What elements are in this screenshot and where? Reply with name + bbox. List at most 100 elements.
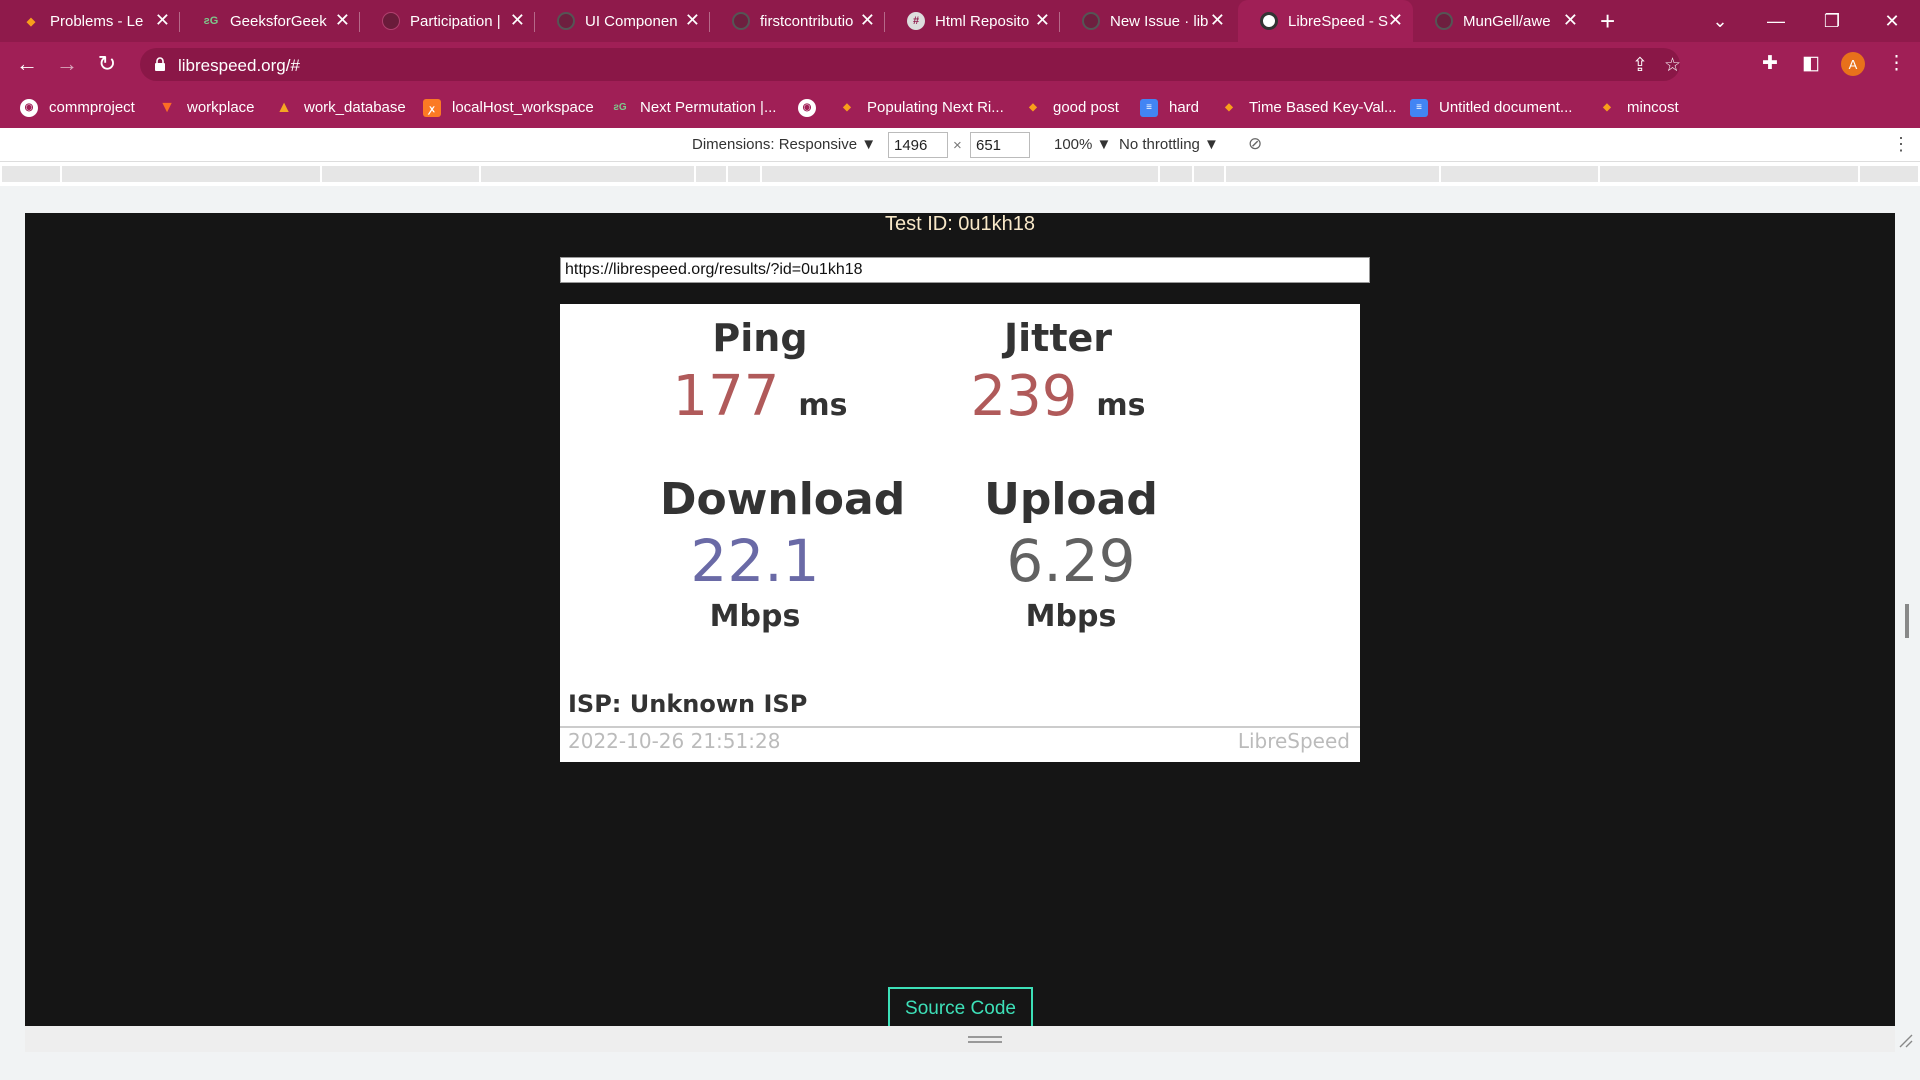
close-tab-icon[interactable]: ✕ (335, 11, 350, 29)
tab-title: Problems - Le (50, 12, 144, 30)
media-query-segment[interactable] (1600, 166, 1858, 182)
tab-strip: ◆ Problems - Le ✕ ƨG GeeksforGeek ✕ Part… (0, 0, 1920, 42)
rotate-icon[interactable]: ⊘ (1248, 134, 1262, 154)
bookmark-commproject[interactable]: ◉ commproject (20, 87, 135, 128)
side-panel-icon[interactable]: ◧ (1802, 53, 1820, 75)
back-icon[interactable]: ← (13, 52, 41, 76)
media-query-segment[interactable] (322, 166, 479, 182)
media-query-segment[interactable] (1226, 166, 1439, 182)
close-window-button[interactable]: ✕ (1864, 0, 1920, 42)
github-icon (732, 12, 750, 30)
ping-label: Ping (712, 316, 808, 360)
close-tab-icon[interactable]: ✕ (685, 11, 700, 29)
share-icon[interactable]: ⇪ (1632, 54, 1648, 77)
globe-icon: ◉ (798, 98, 816, 117)
bookmark-localhost-workspace[interactable]: ꭗ localHost_workspace (423, 87, 594, 128)
tab-search-button[interactable]: ⌄ (1692, 0, 1748, 42)
side-resize-grip-icon[interactable] (1905, 604, 1909, 638)
docs-icon: ≡ (1410, 98, 1428, 117)
bookmark-star-icon[interactable]: ☆ (1664, 54, 1681, 77)
brand-label: LibreSpeed (1237, 729, 1350, 753)
media-query-segment[interactable] (62, 166, 320, 182)
bookmark-time-based-key-value[interactable]: ◆ Time Based Key-Val... (1220, 87, 1396, 128)
tab-mungell[interactable]: MunGell/awe ✕ (1413, 0, 1588, 42)
new-tab-button[interactable]: + (1600, 8, 1615, 34)
address-url[interactable]: librespeed.org/# (178, 56, 300, 76)
media-query-segment[interactable] (762, 166, 1158, 182)
tab-html-repository[interactable]: # Html Reposito ✕ (885, 0, 1060, 42)
tab-geeksforgeeks[interactable]: ƨG GeeksforGeek ✕ (180, 0, 360, 42)
media-query-bar (0, 162, 1920, 186)
bookmark-work-database[interactable]: ▲ work_database (275, 87, 406, 128)
upload-metric: Upload 6.29 Mbps (976, 474, 1166, 634)
tab-participation[interactable]: Participation | ✕ (360, 0, 535, 42)
tab-firstcontributions[interactable]: firstcontributio ✕ (710, 0, 885, 42)
jitter-value: 239 (970, 364, 1078, 429)
card-divider (560, 726, 1360, 728)
media-query-segment[interactable] (1160, 166, 1192, 182)
profile-avatar[interactable]: A (1841, 52, 1865, 76)
bookmark-populating-next-right[interactable]: ◆ Populating Next Ri... (838, 87, 1004, 128)
resize-grip-icon[interactable] (968, 1036, 1002, 1043)
lock-icon (155, 57, 165, 71)
close-tab-icon[interactable]: ✕ (1035, 11, 1050, 29)
download-label: Download (660, 474, 906, 525)
tab-title: GeeksforGeek (230, 12, 327, 30)
width-input[interactable] (888, 132, 948, 158)
leetcode-icon: ◆ (26, 15, 36, 28)
address-bar[interactable]: librespeed.org/# ⇪ ☆ (140, 48, 1681, 81)
bookmark-workplace[interactable]: ▼ workplace (158, 87, 254, 128)
warning-icon: ▲ (276, 98, 292, 116)
jitter-unit: ms (1096, 388, 1146, 423)
result-url-input[interactable] (560, 257, 1370, 283)
media-query-segment[interactable] (481, 166, 694, 182)
height-input[interactable] (970, 132, 1030, 158)
restore-button[interactable]: ❐ (1804, 0, 1860, 42)
bookmark-next-permutation[interactable]: ƨG Next Permutation |... (611, 87, 776, 128)
upload-label: Upload (984, 474, 1158, 525)
dimensions-dropdown[interactable]: Dimensions: Responsive ▼ (692, 136, 876, 153)
device-toolbar: Dimensions: Responsive ▼ × 100% ▼ No thr… (0, 128, 1920, 162)
menu-kebab-icon[interactable]: ⋮ (1887, 53, 1906, 75)
close-tab-icon[interactable]: ✕ (1388, 11, 1403, 29)
dimension-separator: × (953, 137, 962, 154)
bookmark-hard[interactable]: ≡ hard (1140, 87, 1199, 128)
close-tab-icon[interactable]: ✕ (155, 11, 170, 29)
tab-title: Html Reposito (935, 12, 1030, 30)
zoom-dropdown[interactable]: 100% ▼ (1054, 136, 1111, 153)
forward-icon[interactable]: → (53, 52, 81, 76)
media-query-segment[interactable] (2, 166, 60, 182)
close-tab-icon[interactable]: ✕ (1210, 11, 1225, 29)
minimize-button[interactable]: — (1748, 0, 1804, 42)
throttling-dropdown[interactable]: No throttling ▼ (1119, 136, 1219, 153)
tab-problems[interactable]: ◆ Problems - Le ✕ (0, 0, 180, 42)
bookmark-label: good post (1053, 99, 1119, 116)
bookmark-globe[interactable]: ◉ (798, 87, 827, 128)
geeksforgeeks-icon: ƨG (203, 15, 219, 27)
tab-title: LibreSpeed - S (1288, 12, 1389, 30)
tab-new-issue[interactable]: New Issue · lib ✕ (1060, 0, 1235, 42)
close-tab-icon[interactable]: ✕ (1563, 11, 1578, 29)
bookmark-untitled-document[interactable]: ≡ Untitled document... (1410, 87, 1572, 128)
reload-icon[interactable]: ↻ (93, 52, 121, 76)
close-tab-icon[interactable]: ✕ (510, 11, 525, 29)
media-query-segment[interactable] (728, 166, 760, 182)
tab-librespeed[interactable]: LibreSpeed - S ✕ (1238, 0, 1413, 42)
tab-ui-components[interactable]: UI Componen ✕ (535, 0, 710, 42)
bookmark-label: hard (1169, 99, 1200, 116)
source-code-button[interactable]: Source Code (888, 987, 1033, 1026)
close-tab-icon[interactable]: ✕ (860, 11, 875, 29)
media-query-segment[interactable] (1194, 166, 1224, 182)
bookmark-label: commproject (49, 99, 135, 116)
docs-icon: ≡ (1140, 98, 1158, 117)
bookmark-good-post[interactable]: ◆ good post (1024, 87, 1119, 128)
media-query-segment[interactable] (1860, 166, 1918, 182)
viewport-resize-bar[interactable] (25, 1026, 1895, 1052)
result-timestamp: 2022-10-26 21:51:28 (568, 729, 781, 753)
media-query-segment[interactable] (696, 166, 726, 182)
bookmark-mincost[interactable]: ◆ mincost (1598, 87, 1679, 128)
device-menu-icon[interactable]: ⋮ (1892, 134, 1910, 155)
media-query-segment[interactable] (1441, 166, 1598, 182)
extensions-icon[interactable]: ✚ (1762, 53, 1778, 75)
corner-resize-icon[interactable] (1897, 1032, 1913, 1048)
